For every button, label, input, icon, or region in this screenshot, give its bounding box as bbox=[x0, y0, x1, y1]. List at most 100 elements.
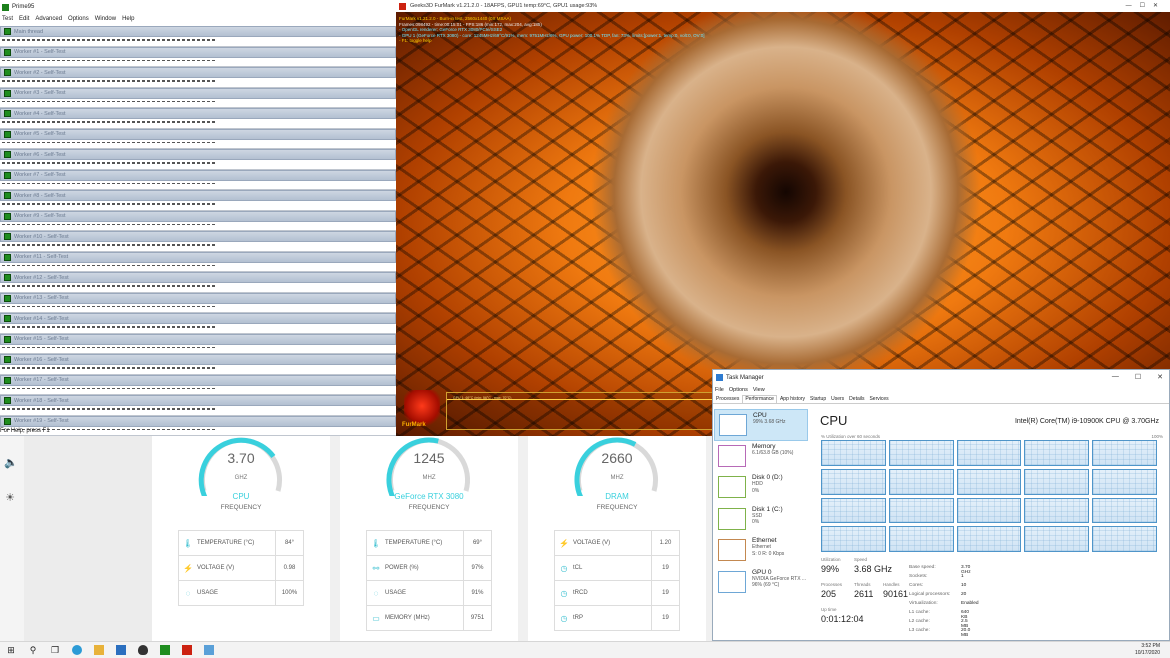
file-explorer-icon[interactable] bbox=[88, 642, 110, 658]
prime95-icon[interactable] bbox=[154, 642, 176, 658]
search-icon[interactable]: ⚲ bbox=[22, 642, 44, 658]
clock-date: 10/17/2020 bbox=[1134, 650, 1160, 656]
task-manager-titlebar[interactable]: Task Manager bbox=[713, 370, 1169, 385]
metric-label: tRP bbox=[573, 615, 584, 621]
worker-log bbox=[0, 344, 396, 354]
main-thread-title: Main thread bbox=[14, 28, 44, 35]
furmark-titlebar[interactable]: Geeks3D FurMark v1.21.2.0 - 18AFPS, GPU1… bbox=[396, 0, 1170, 12]
sidebar-item-memory[interactable]: Memory 6.1/63.8 GB (10%) bbox=[714, 441, 808, 473]
sidebar-item-disk-0[interactable]: Disk 0 (D:) HDD 0% bbox=[714, 472, 808, 504]
metric-label: VOLTAGE (V) bbox=[573, 540, 611, 546]
sidebar-item-gpu[interactable]: GPU 0 NVIDIA GeForce RTX ... 96% (69 °C) bbox=[714, 567, 808, 599]
worker-title: Worker #15 - Self-Test bbox=[14, 336, 69, 342]
tab-services[interactable]: Services bbox=[867, 396, 890, 403]
worker-window[interactable]: Worker #15 - Self-Test bbox=[0, 333, 396, 354]
furmark-stats-overlay: FurMark v1.21.2.0 - Burn-in test, 2560x1… bbox=[399, 16, 705, 44]
start-icon[interactable]: ⊞ bbox=[0, 642, 22, 658]
logical-processor-graph bbox=[1024, 468, 1090, 495]
furmark-icon[interactable] bbox=[176, 642, 198, 658]
menu-advanced[interactable]: Advanced bbox=[35, 16, 62, 22]
menu-edit[interactable]: Edit bbox=[19, 16, 29, 22]
gpu-label: GeForce RTX 3080 bbox=[394, 492, 464, 501]
task-manager-window[interactable]: Task Manager — ☐ ✕ File Options View Pro… bbox=[712, 369, 1170, 641]
sidebar-item-disk-1[interactable]: Disk 1 (C:) SSD 0% bbox=[714, 504, 808, 536]
worker-window[interactable]: Worker #3 - Self-Test bbox=[0, 87, 396, 108]
tab-details[interactable]: Details bbox=[847, 396, 866, 403]
worker-window[interactable]: Worker #13 - Self-Test bbox=[0, 292, 396, 313]
tab-startup[interactable]: Startup bbox=[808, 396, 828, 403]
gpu-frequency-unit: MHZ bbox=[422, 475, 436, 481]
maximize-icon[interactable]: ☐ bbox=[1135, 373, 1141, 381]
edge-icon[interactable] bbox=[66, 642, 88, 658]
worker-icon bbox=[4, 151, 11, 158]
worker-log bbox=[0, 406, 396, 415]
menu-help[interactable]: Help bbox=[122, 16, 134, 22]
logical-processor-graph bbox=[1092, 526, 1157, 552]
worker-window[interactable]: Worker #17 - Self-Test bbox=[0, 374, 396, 395]
utilization-graph-max: 100% bbox=[1151, 434, 1163, 439]
worker-window[interactable]: Worker #1 - Self-Test bbox=[0, 46, 396, 67]
cpu-frequency-value: 3.70 bbox=[227, 450, 255, 466]
menu-file[interactable]: File bbox=[715, 387, 724, 393]
system-clock[interactable]: 3:52 PM 10/17/2020 bbox=[1135, 643, 1160, 657]
brightness-icon[interactable]: ☀ bbox=[4, 492, 16, 504]
worker-window[interactable]: Worker #2 - Self-Test bbox=[0, 67, 396, 88]
metric-row: ▭ MEMORY (MHz) 9751 bbox=[366, 605, 492, 631]
worker-window[interactable]: Worker #5 - Self-Test bbox=[0, 128, 396, 149]
metric-value: 19 bbox=[651, 605, 679, 631]
worker-icon bbox=[4, 192, 11, 199]
monitor-left-rail: 🔈 ☀ bbox=[0, 436, 24, 641]
maximize-icon[interactable]: ☐ bbox=[1140, 3, 1153, 9]
menu-test[interactable]: Test bbox=[2, 16, 13, 22]
tab-app-history[interactable]: App history bbox=[778, 396, 807, 403]
speaker-icon[interactable]: 🔈 bbox=[4, 457, 18, 469]
metric-label: tRCD bbox=[573, 590, 588, 596]
worker-window[interactable]: Worker #8 - Self-Test bbox=[0, 190, 396, 211]
sidebar-item-detail: 0% bbox=[752, 519, 760, 526]
minimize-icon[interactable]: — bbox=[1126, 3, 1140, 9]
task-view-icon[interactable]: ❐ bbox=[44, 642, 66, 658]
spec-label: Base speed: bbox=[909, 565, 936, 570]
metric-row: ◷ tRCD 19 bbox=[554, 580, 680, 606]
worker-window[interactable]: Worker #4 - Self-Test bbox=[0, 108, 396, 129]
prime95-titlebar[interactable]: Prime95 bbox=[0, 0, 396, 14]
tab-processes[interactable]: Processes bbox=[714, 396, 741, 403]
menu-view[interactable]: View bbox=[753, 387, 765, 393]
prime95-window[interactable]: Prime95 Test Edit Advanced Options Windo… bbox=[0, 0, 396, 436]
minimize-icon[interactable]: — bbox=[1112, 373, 1119, 381]
close-icon[interactable]: ✕ bbox=[1153, 3, 1166, 9]
worker-window[interactable]: Worker #6 - Self-Test bbox=[0, 149, 396, 170]
tab-users[interactable]: Users bbox=[829, 396, 846, 403]
mail-icon[interactable] bbox=[110, 642, 132, 658]
logical-processor-graph bbox=[821, 497, 886, 524]
menu-options[interactable]: Options bbox=[729, 387, 748, 393]
menu-options[interactable]: Options bbox=[68, 16, 89, 22]
stat-label: Handles bbox=[883, 582, 900, 587]
sidebar-item-cpu[interactable]: CPU 99% 3.68 GHz bbox=[714, 409, 808, 441]
worker-title: Worker #1 - Self-Test bbox=[14, 49, 66, 55]
main-thread-window[interactable]: Main thread bbox=[0, 26, 396, 47]
tab-performance[interactable]: Performance bbox=[742, 395, 777, 403]
worker-window[interactable]: Worker #9 - Self-Test bbox=[0, 210, 396, 231]
worker-window[interactable]: Worker #7 - Self-Test bbox=[0, 169, 396, 190]
worker-window[interactable]: Worker #12 - Self-Test bbox=[0, 272, 396, 293]
logical-processor-graphs[interactable] bbox=[821, 440, 1157, 552]
worker-window[interactable]: Worker #16 - Self-Test bbox=[0, 354, 396, 375]
menu-window[interactable]: Window bbox=[95, 16, 116, 22]
cpu-thumbnail bbox=[719, 414, 747, 436]
worker-window[interactable]: Worker #14 - Self-Test bbox=[0, 313, 396, 334]
worker-window[interactable]: Worker #19 - Self-Test bbox=[0, 415, 396, 436]
worker-window[interactable]: Worker #11 - Self-Test bbox=[0, 251, 396, 272]
utilization-graph-label: % Utilization over 60 seconds bbox=[821, 434, 881, 439]
close-icon[interactable]: ✕ bbox=[1157, 373, 1163, 381]
sidebar-item-ethernet[interactable]: Ethernet Ethernet S: 0 R: 0 Kbps bbox=[714, 535, 808, 567]
task-manager-icon[interactable] bbox=[198, 642, 220, 658]
worker-icon bbox=[4, 356, 11, 363]
ethernet-thumbnail bbox=[718, 539, 746, 561]
timing-icon: ◷ bbox=[560, 613, 568, 623]
alienware-icon[interactable] bbox=[132, 642, 154, 658]
worker-window[interactable]: Worker #18 - Self-Test bbox=[0, 395, 396, 416]
worker-log bbox=[0, 119, 396, 128]
worker-window[interactable]: Worker #10 - Self-Test bbox=[0, 231, 396, 252]
spec-row: Virtualization: Enabled bbox=[909, 601, 979, 606]
